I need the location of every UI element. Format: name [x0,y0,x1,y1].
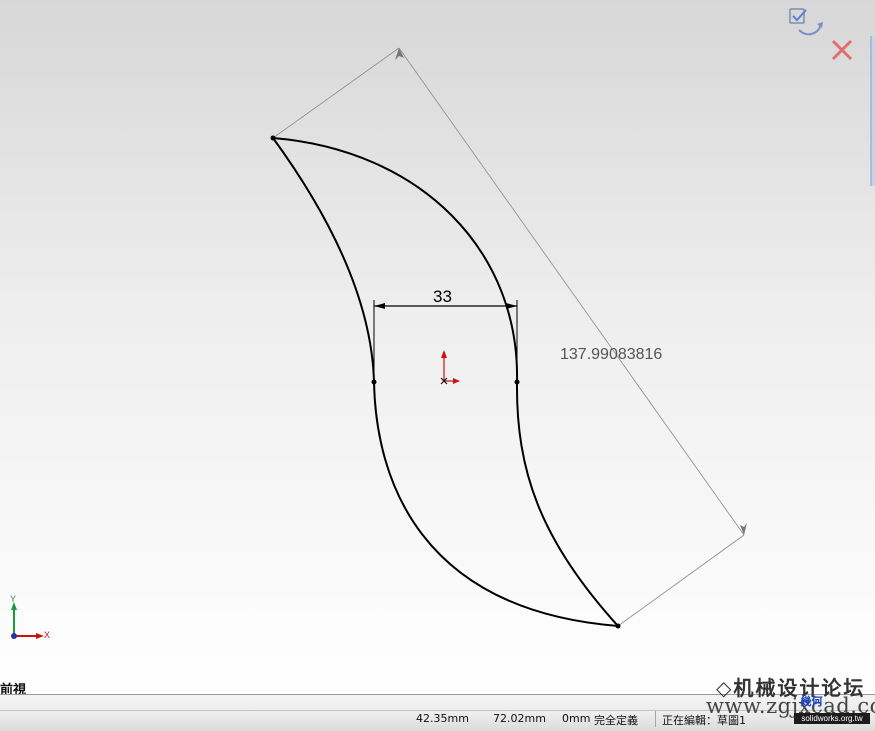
sketch-point-left-mid[interactable] [371,379,377,385]
dim-arrow-bottom [740,523,747,535]
status-z-coord: 0mm [562,712,591,725]
watermark-small-text: solidworks.org.tw [794,713,870,724]
sketch-canvas[interactable] [0,0,875,694]
dim-extension-line-bottom [617,534,745,627]
view-triad-icon [11,602,44,639]
sketch-point-top[interactable] [270,135,276,141]
sketch-origin-icon [440,350,460,385]
watermark-badge: 幾何 [800,695,823,708]
dimension-33-label[interactable]: 33 [433,287,452,307]
status-definition-state: 完全定義 [594,714,638,727]
status-y-coord: 72.02mm [493,712,546,725]
status-separator [655,711,656,727]
graphics-area[interactable]: 33 137.99083816 Y X 前視 [0,0,875,698]
status-x-coord: 42.35mm [416,712,469,725]
task-pane-edge[interactable] [869,36,875,186]
dim-33-arrow-left [374,303,385,309]
dim-33-arrow-right [506,303,517,309]
sketch-point-bottom[interactable] [615,623,621,629]
sketch-point-right-mid[interactable] [514,379,520,385]
sketch-exit-confirm-icon[interactable] [787,6,823,46]
dim-extension-line-top [272,47,400,139]
dimension-length-label[interactable]: 137.99083816 [560,346,662,364]
triad-x-label: X [44,630,51,640]
triad-y-label: Y [10,594,17,604]
cancel-x-icon[interactable] [829,37,855,67]
